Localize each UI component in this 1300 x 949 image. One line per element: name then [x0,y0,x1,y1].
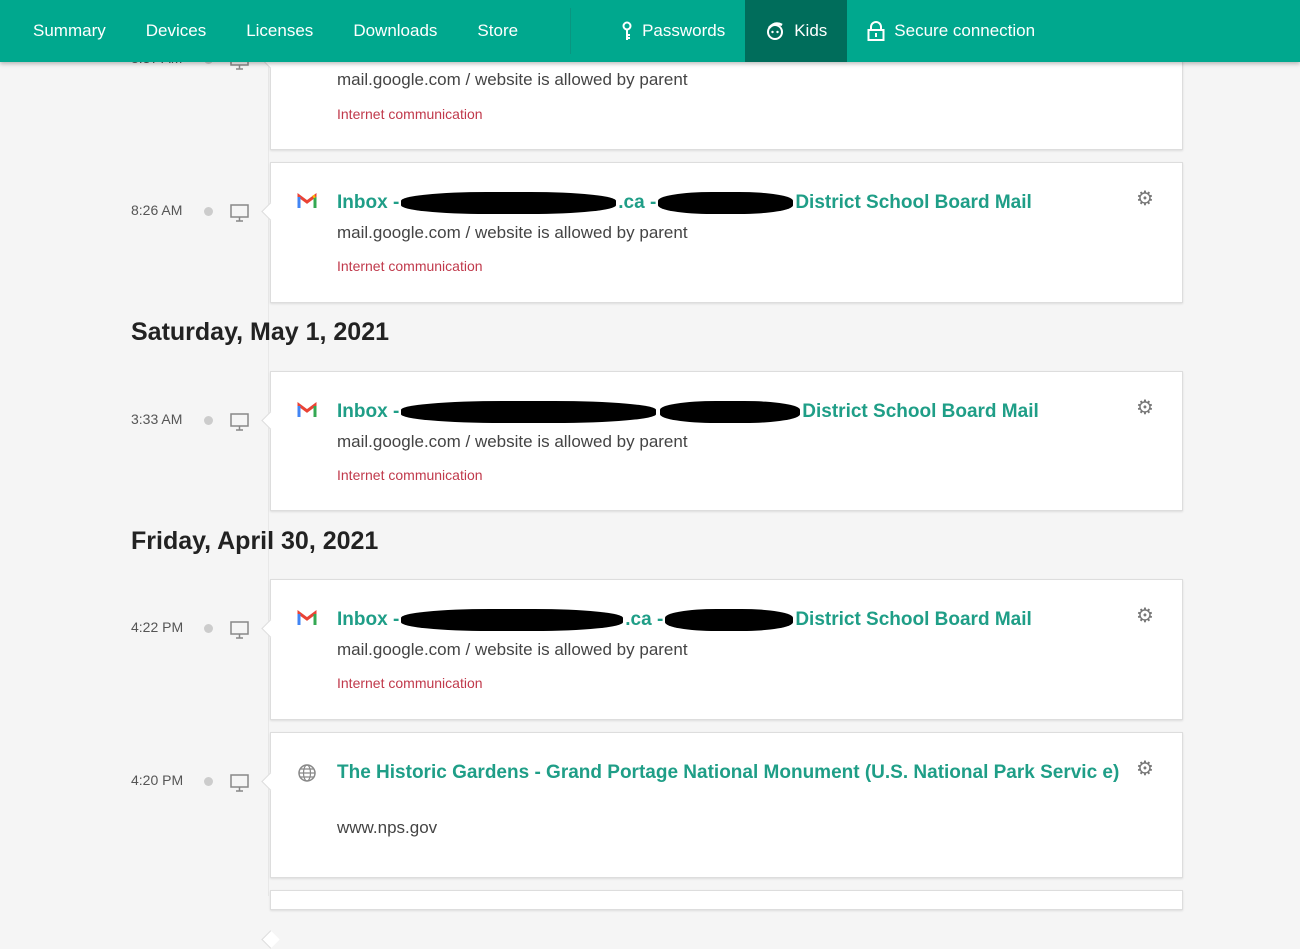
nav-passwords[interactable]: Passwords [601,0,745,62]
computer-icon [230,774,249,792]
gmail-icon [297,402,317,417]
event-subtitle: mail.google.com / website is allowed by … [337,223,688,242]
event-time: 4:22 PM [131,619,184,635]
event-card[interactable]: Inbox - .ca - District School Board Mail ⚙… [270,162,1183,303]
event-subtitle: mail.google.com / website is allowed by … [337,432,688,451]
event-time: 4:20 PM [131,772,184,788]
timeline-dot [204,777,213,786]
redaction [401,191,617,214]
redaction [665,608,794,631]
title-part: District School Board Mail [802,401,1039,422]
timeline-line [268,0,269,896]
title-part: Inbox - [337,401,400,422]
event-card[interactable]: The Historic Gardens - Grand Portage Nat… [270,732,1183,878]
event-subtitle: www.nps.gov [337,818,438,837]
event-time: 8:26 AM [131,202,183,218]
key-icon [622,21,632,40]
event-subtitle: mail.google.com / website is allowed by … [337,640,688,659]
computer-icon [230,204,249,222]
top-nav: Summary Devices Licenses Downloads Store… [0,0,1300,62]
settings-gear-icon[interactable]: ⚙ [1136,606,1156,626]
gmail-icon [297,610,317,625]
timeline-dot [204,416,213,425]
event-card[interactable]: Inbox - .ca - District School Board Mail ⚙… [270,579,1183,720]
title-part: Inbox - [337,609,400,630]
nav-store[interactable]: Store [457,0,538,62]
redaction [401,608,624,631]
nav-divider [570,8,572,54]
redaction [401,400,657,423]
nav-label: Downloads [353,21,438,40]
nav-label: Devices [145,21,207,40]
nav-kids[interactable]: Kids [745,0,848,62]
redaction [658,191,794,214]
event-subtitle: mail.google.com / website is allowed by … [337,70,688,89]
redaction [660,400,801,423]
globe-icon [298,764,316,782]
event-title[interactable]: Inbox - .ca - District School Board Mail [337,190,1122,215]
title-part: .ca - [618,192,657,213]
nav-label: Kids [794,21,828,40]
event-card[interactable]: Inbox - District School Board Mail ⚙ mail… [270,371,1183,511]
settings-gear-icon[interactable]: ⚙ [1136,189,1156,209]
event-category: Internet communication [337,258,483,274]
event-time: 3:33 AM [131,411,183,427]
event-title[interactable]: The Historic Gardens - Grand Portage Nat… [337,760,1137,785]
nav-secure-connection[interactable]: Secure connection [847,0,1055,62]
settings-gear-icon[interactable]: ⚙ [1136,398,1156,418]
lock-icon [867,21,885,41]
event-title[interactable]: Inbox - .ca - District School Board Mail [337,607,1122,632]
event-category: Internet communication [337,675,483,691]
nav-label: Summary [33,21,106,40]
nav-label: Licenses [246,21,314,40]
title-part: District School Board Mail [795,192,1032,213]
nav-label: Secure connection [894,21,1036,40]
nav-label: Passwords [642,21,726,40]
event-category: Internet communication [337,467,483,483]
timeline-dot [204,207,213,216]
nav-label: Store [477,21,519,40]
event-title[interactable]: Inbox - District School Board Mail [337,399,1122,424]
kids-icon [767,22,784,40]
gmail-icon [297,193,317,208]
event-card[interactable] [270,890,1183,910]
nav-devices[interactable]: Devices [126,0,226,62]
title-part: .ca - [625,609,664,630]
nav-downloads[interactable]: Downloads [333,0,457,62]
nav-licenses[interactable]: Licenses [226,0,333,62]
day-heading: Saturday, May 1, 2021 [131,318,390,346]
title-part: Inbox - [337,192,400,213]
settings-gear-icon[interactable]: ⚙ [1136,759,1156,779]
timeline-dot [204,624,213,633]
computer-icon [230,413,249,431]
nav-summary[interactable]: Summary [0,0,126,62]
computer-icon [230,621,249,639]
title-part: District School Board Mail [795,609,1032,630]
day-heading: Friday, April 30, 2021 [131,527,379,555]
event-category: Internet communication [337,106,483,122]
